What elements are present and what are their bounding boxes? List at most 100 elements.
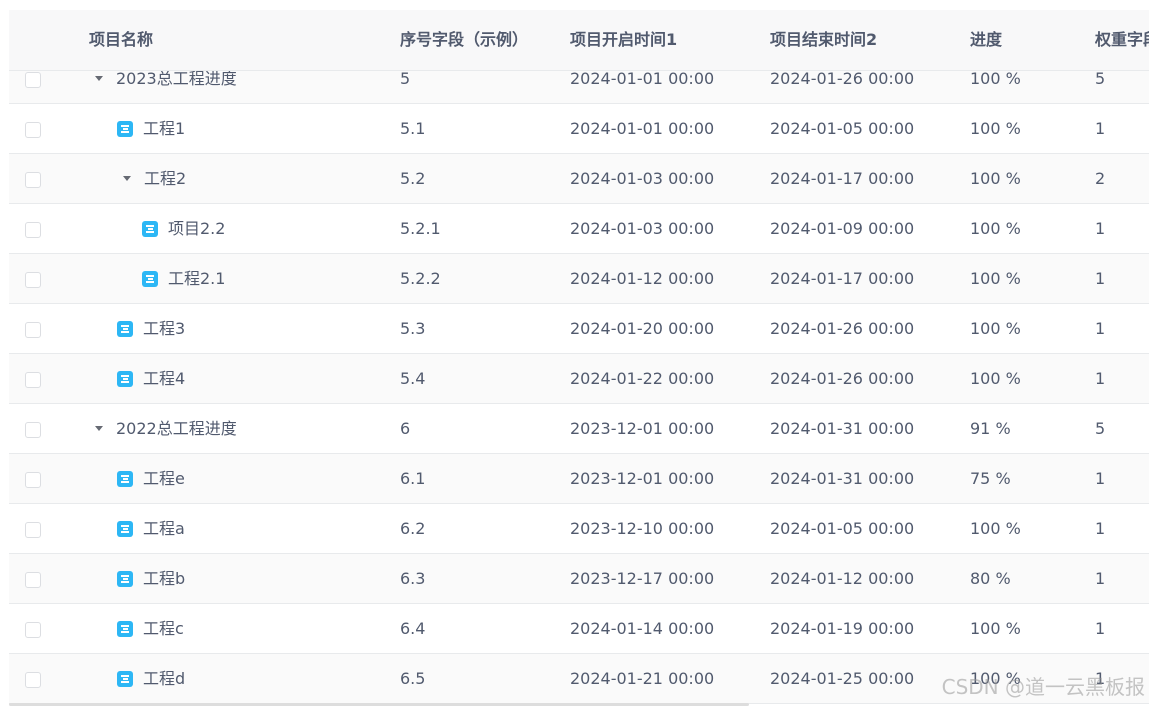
table-row[interactable]: 工程c 6.4 2024-01-14 00:00 2024-01-19 00:0… — [9, 604, 1149, 654]
row-name: 工程a — [143, 519, 185, 538]
table-row[interactable]: 工程4 5.4 2024-01-22 00:00 2024-01-26 00:0… — [9, 354, 1149, 404]
header-start-time[interactable]: 项目开启时间1 — [570, 10, 677, 70]
row-checkbox-cell — [25, 604, 45, 653]
start-time-cell: 2023-12-10 00:00 — [570, 519, 715, 538]
table-row[interactable]: 工程2.1 5.2.2 2024-01-12 00:00 2024-01-17 … — [9, 254, 1149, 304]
row-checkbox-cell — [25, 454, 45, 503]
weight-cell: 1 — [1095, 469, 1106, 488]
seq-cell: 6 — [400, 419, 411, 438]
table-row[interactable]: 工程1 5.1 2024-01-01 00:00 2024-01-05 00:0… — [9, 104, 1149, 154]
header-progress[interactable]: 进度 — [970, 10, 1002, 70]
table-row[interactable]: 工程a 6.2 2023-12-10 00:00 2024-01-05 00:0… — [9, 504, 1149, 554]
document-icon — [142, 270, 158, 287]
progress-cell: 100 % — [970, 369, 1021, 388]
weight-cell: 1 — [1095, 519, 1106, 538]
name-cell: 工程e — [89, 454, 389, 503]
start-time-cell: 2023-12-01 00:00 — [570, 419, 715, 438]
name-cell: 项目2.2 — [89, 204, 389, 253]
end-time-cell: 2024-01-26 00:00 — [770, 319, 915, 338]
document-icon — [142, 220, 158, 237]
expand-toggle-icon[interactable] — [123, 176, 131, 181]
row-name: 工程d — [143, 669, 186, 688]
document-icon — [117, 570, 133, 587]
weight-cell: 1 — [1095, 269, 1106, 288]
seq-cell: 6.5 — [400, 669, 426, 688]
seq-cell: 6.3 — [400, 569, 426, 588]
header-weight[interactable]: 权重字段 — [1095, 10, 1149, 70]
row-checkbox-cell — [25, 254, 45, 303]
row-name: 工程c — [143, 619, 184, 638]
name-cell: 工程3 — [89, 304, 389, 353]
header-name[interactable]: 项目名称 — [89, 10, 153, 70]
expand-toggle-icon[interactable] — [95, 76, 103, 81]
table-row[interactable]: 工程3 5.3 2024-01-20 00:00 2024-01-26 00:0… — [9, 304, 1149, 354]
start-time-cell: 2024-01-21 00:00 — [570, 669, 715, 688]
row-name: 工程3 — [143, 319, 186, 338]
row-checkbox[interactable] — [25, 371, 41, 388]
document-icon — [117, 520, 133, 537]
row-checkbox-cell — [25, 354, 45, 403]
progress-cell: 100 % — [970, 619, 1021, 638]
weight-cell: 1 — [1095, 569, 1106, 588]
start-time-cell: 2024-01-01 00:00 — [570, 119, 715, 138]
row-checkbox[interactable] — [25, 171, 41, 188]
progress-cell: 100 % — [970, 319, 1021, 338]
end-time-cell: 2024-01-05 00:00 — [770, 119, 915, 138]
seq-cell: 5.2 — [400, 169, 426, 188]
header-seq[interactable]: 序号字段（示例） — [400, 10, 528, 70]
table-row[interactable]: 项目2.2 5.2.1 2024-01-03 00:00 2024-01-09 … — [9, 204, 1149, 254]
end-time-cell: 2024-01-12 00:00 — [770, 569, 915, 588]
row-name: 工程2 — [144, 169, 187, 188]
seq-cell: 6.2 — [400, 519, 426, 538]
end-time-cell: 2024-01-05 00:00 — [770, 519, 915, 538]
row-name: 工程e — [143, 469, 185, 488]
weight-cell: 1 — [1095, 119, 1106, 138]
progress-cell: 100 % — [970, 519, 1021, 538]
row-checkbox[interactable] — [25, 671, 41, 688]
row-checkbox[interactable] — [25, 71, 41, 88]
row-checkbox[interactable] — [25, 621, 41, 638]
end-time-cell: 2024-01-26 00:00 — [770, 369, 915, 388]
start-time-cell: 2024-01-03 00:00 — [570, 169, 715, 188]
seq-cell: 5.4 — [400, 369, 426, 388]
row-checkbox-cell — [25, 204, 45, 253]
table-row[interactable]: 工程2 5.2 2024-01-03 00:00 2024-01-17 00:0… — [9, 154, 1149, 204]
table-row[interactable]: 工程b 6.3 2023-12-17 00:00 2024-01-12 00:0… — [9, 554, 1149, 604]
page: 项目名称 序号字段（示例） 项目开启时间1 项目结束时间2 进度 权重字段 20… — [0, 0, 1149, 706]
progress-cell: 80 % — [970, 569, 1011, 588]
row-checkbox[interactable] — [25, 421, 41, 438]
name-cell: 工程d — [89, 654, 389, 703]
row-name: 工程b — [143, 569, 186, 588]
name-cell: 工程1 — [89, 104, 389, 153]
row-checkbox[interactable] — [25, 521, 41, 538]
document-icon — [117, 320, 133, 337]
weight-cell: 1 — [1095, 219, 1106, 238]
row-checkbox[interactable] — [25, 221, 41, 238]
row-checkbox[interactable] — [25, 571, 41, 588]
expand-toggle-icon[interactable] — [95, 426, 103, 431]
document-icon — [117, 370, 133, 387]
name-cell: 2022总工程进度 — [89, 404, 389, 453]
seq-cell: 5.1 — [400, 119, 426, 138]
header-end-time[interactable]: 项目结束时间2 — [770, 10, 877, 70]
weight-cell: 5 — [1095, 419, 1106, 438]
seq-cell: 6.1 — [400, 469, 426, 488]
name-cell: 工程2.1 — [89, 254, 389, 303]
weight-cell: 2 — [1095, 169, 1106, 188]
end-time-cell: 2024-01-31 00:00 — [770, 419, 915, 438]
row-checkbox[interactable] — [25, 471, 41, 488]
row-checkbox-cell — [25, 404, 45, 453]
table-row[interactable]: 2022总工程进度 6 2023-12-01 00:00 2024-01-31 … — [9, 404, 1149, 454]
weight-cell: 1 — [1095, 369, 1106, 388]
name-cell: 工程4 — [89, 354, 389, 403]
progress-cell: 91 % — [970, 419, 1011, 438]
row-checkbox-cell — [25, 504, 45, 553]
row-name: 工程2.1 — [168, 269, 226, 288]
row-checkbox[interactable] — [25, 321, 41, 338]
seq-cell: 5.3 — [400, 319, 426, 338]
document-icon — [117, 470, 133, 487]
row-checkbox[interactable] — [25, 271, 41, 288]
start-time-cell: 2024-01-22 00:00 — [570, 369, 715, 388]
table-row[interactable]: 工程e 6.1 2023-12-01 00:00 2024-01-31 00:0… — [9, 454, 1149, 504]
row-checkbox[interactable] — [25, 121, 41, 138]
